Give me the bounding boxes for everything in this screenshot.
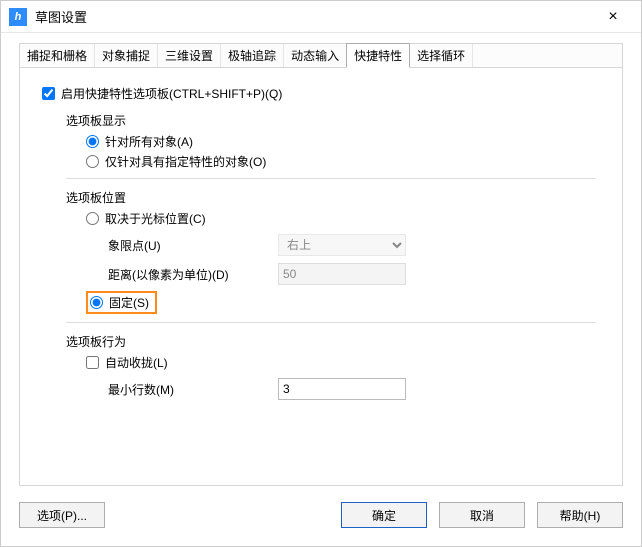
- tab-osnap[interactable]: 对象捕捉: [95, 44, 158, 67]
- distance-label: 距离(以像素为单位)(D): [108, 266, 278, 283]
- distance-row: 距离(以像素为单位)(D): [108, 263, 600, 285]
- tab-snap-grid[interactable]: 捕捉和栅格: [20, 44, 95, 67]
- tab-polar[interactable]: 极轴追踪: [221, 44, 284, 67]
- radio-fixed-label: 固定(S): [109, 294, 149, 311]
- footer: 选项(P)... 确定 取消 帮助(H): [1, 492, 641, 546]
- radio-specific-input[interactable]: [86, 155, 99, 168]
- radio-fixed-input[interactable]: [90, 296, 103, 309]
- group-position-title: 选项板位置: [66, 189, 600, 206]
- radio-by-cursor-input[interactable]: [86, 212, 99, 225]
- ok-button[interactable]: 确定: [341, 502, 427, 528]
- radio-fixed[interactable]: 固定(S): [90, 294, 149, 311]
- radio-specific-label: 仅针对具有指定特性的对象(O): [105, 153, 266, 170]
- tab-3d[interactable]: 三维设置: [158, 44, 221, 67]
- help-button[interactable]: 帮助(H): [537, 502, 623, 528]
- tab-panel: 启用快捷特性选项板(CTRL+SHIFT+P)(Q) 选项板显示 针对所有对象(…: [19, 68, 623, 486]
- minrows-input[interactable]: [278, 378, 406, 400]
- radio-specific-objects[interactable]: 仅针对具有指定特性的对象(O): [86, 153, 600, 170]
- tab-dynamic[interactable]: 动态输入: [284, 44, 347, 67]
- enable-qp-input[interactable]: [42, 87, 55, 100]
- options-button[interactable]: 选项(P)...: [19, 502, 105, 528]
- radio-all-label: 针对所有对象(A): [105, 133, 193, 150]
- window-title: 草图设置: [35, 7, 593, 26]
- minrows-row: 最小行数(M): [108, 378, 600, 400]
- group-display-title: 选项板显示: [66, 112, 600, 129]
- auto-collapse-checkbox[interactable]: 自动收拢(L): [86, 354, 600, 371]
- auto-collapse-label: 自动收拢(L): [105, 354, 168, 371]
- radio-by-cursor-label: 取决于光标位置(C): [105, 210, 206, 227]
- titlebar: h 草图设置 ×: [1, 1, 641, 33]
- close-button[interactable]: ×: [593, 8, 633, 26]
- quadrant-select: 右上: [278, 234, 406, 256]
- quadrant-label: 象限点(U): [108, 237, 278, 254]
- separator-1: [66, 178, 596, 179]
- enable-qp-checkbox[interactable]: 启用快捷特性选项板(CTRL+SHIFT+P)(Q): [42, 85, 600, 102]
- tab-selection-cycle[interactable]: 选择循环: [410, 44, 473, 67]
- cancel-button[interactable]: 取消: [439, 502, 525, 528]
- tab-quick-props[interactable]: 快捷特性: [346, 43, 410, 68]
- quadrant-row: 象限点(U) 右上: [108, 234, 600, 256]
- content: 捕捉和栅格 对象捕捉 三维设置 极轴追踪 动态输入 快捷特性 选择循环 启用快捷…: [1, 33, 641, 492]
- radio-all-input[interactable]: [86, 135, 99, 148]
- separator-2: [66, 322, 596, 323]
- app-icon: h: [9, 8, 27, 26]
- radio-fixed-wrap: 固定(S): [86, 291, 600, 314]
- auto-collapse-input[interactable]: [86, 356, 99, 369]
- distance-input: [278, 263, 406, 285]
- radio-all-objects[interactable]: 针对所有对象(A): [86, 133, 600, 150]
- enable-qp-label: 启用快捷特性选项板(CTRL+SHIFT+P)(Q): [61, 85, 282, 102]
- radio-fixed-highlight: 固定(S): [86, 291, 157, 314]
- minrows-label: 最小行数(M): [108, 381, 278, 398]
- tab-row: 捕捉和栅格 对象捕捉 三维设置 极轴追踪 动态输入 快捷特性 选择循环: [19, 43, 623, 68]
- group-behavior-title: 选项板行为: [66, 333, 600, 350]
- radio-by-cursor[interactable]: 取决于光标位置(C): [86, 210, 600, 227]
